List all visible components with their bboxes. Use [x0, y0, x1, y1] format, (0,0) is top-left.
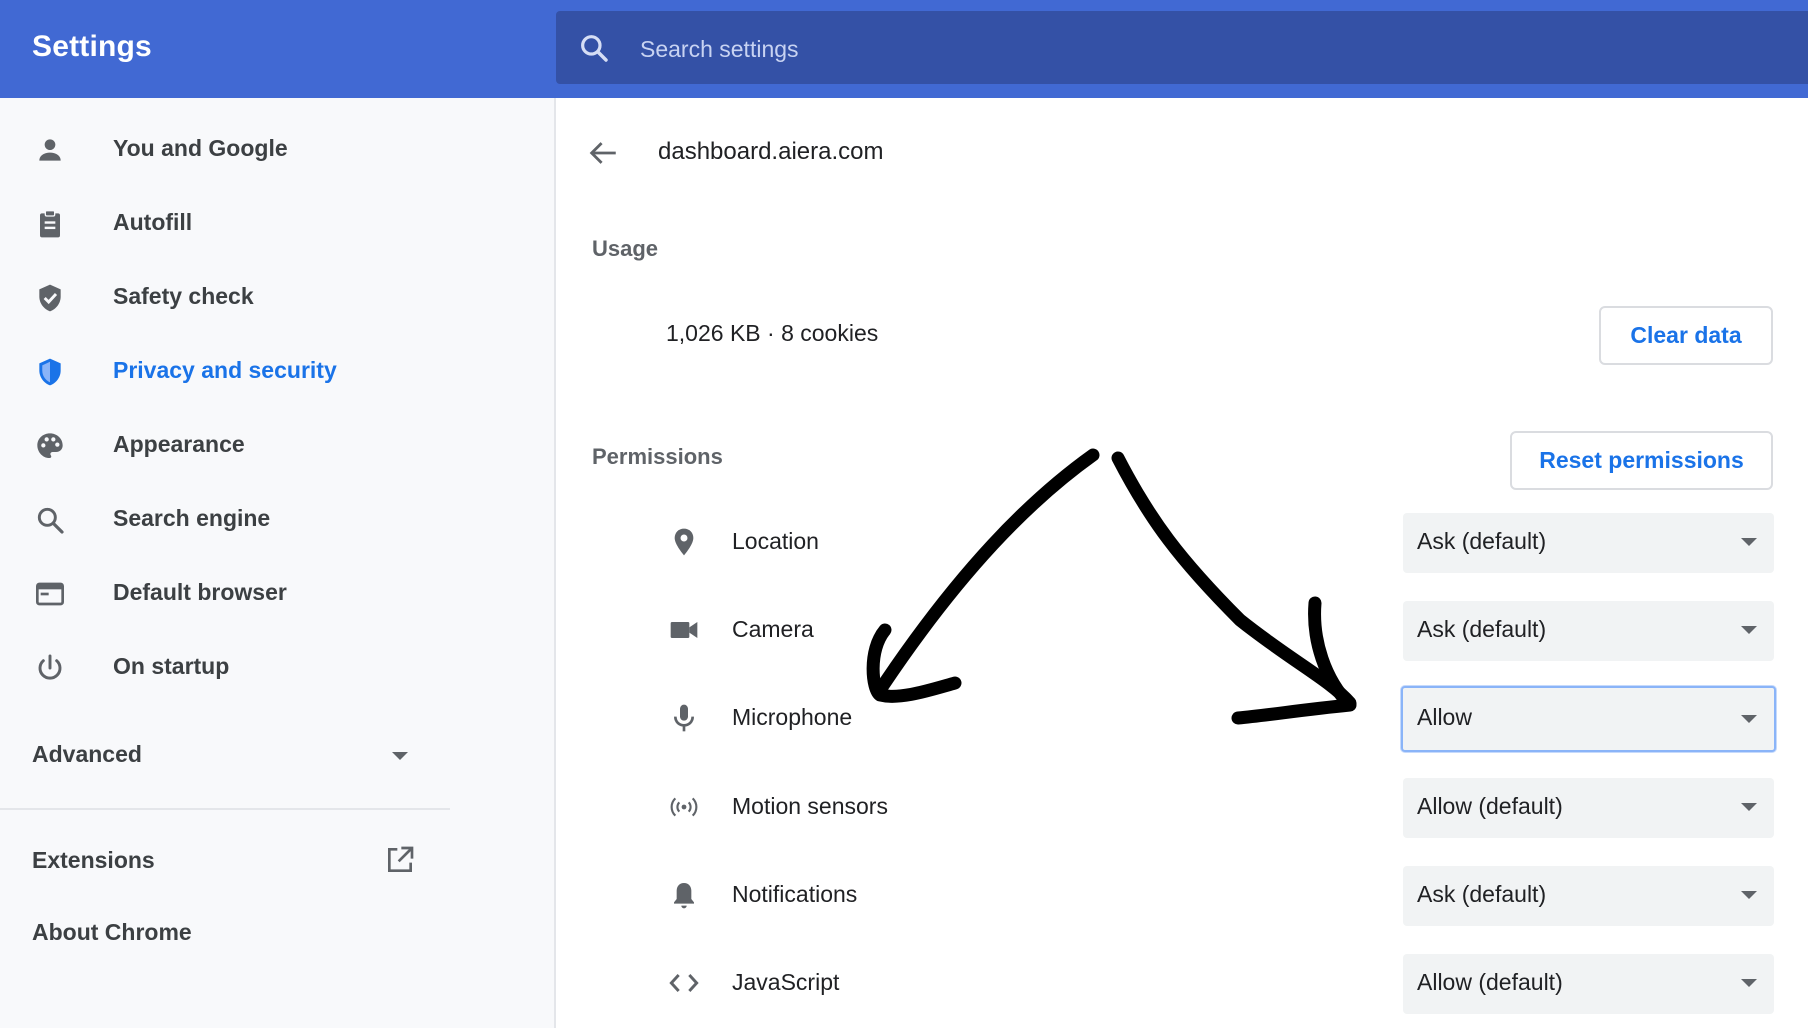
select-value: Allow (default) — [1417, 793, 1563, 819]
sidebar-item-you-and-google[interactable]: You and Google — [0, 120, 554, 180]
top-app-bar: Settings — [0, 0, 1808, 98]
sidebar-item-label: You and Google — [113, 135, 288, 161]
permission-row-javascript: JavaScript Allow (default) — [556, 954, 1808, 1014]
advanced-label: Advanced — [32, 741, 142, 767]
notifications-permission-select[interactable]: Ask (default) — [1403, 866, 1774, 926]
sidebar-item-extensions[interactable]: Extensions — [0, 830, 440, 890]
app-title: Settings — [32, 30, 152, 63]
dropdown-arrow-icon — [1741, 803, 1757, 811]
reset-permissions-button[interactable]: Reset permissions — [1510, 431, 1773, 490]
permission-label: JavaScript — [732, 969, 840, 995]
sidebar-item-default-browser[interactable]: Default browser — [0, 564, 554, 624]
about-chrome-label: About Chrome — [32, 919, 192, 945]
sidebar-item-label: On startup — [113, 653, 230, 679]
camera-icon — [670, 622, 698, 638]
palette-icon — [37, 433, 63, 458]
advanced-section-toggle[interactable]: Advanced — [0, 724, 450, 784]
select-value: Ask (default) — [1417, 881, 1547, 907]
location-permission-select[interactable]: Ask (default) — [1403, 513, 1774, 573]
sidebar-item-search-engine[interactable]: Search engine — [0, 490, 554, 550]
sidebar-item-label: Default browser — [113, 579, 287, 605]
select-value: Ask (default) — [1417, 616, 1547, 642]
sidebar-item-label: Privacy and security — [113, 357, 337, 383]
dropdown-arrow-icon — [1741, 715, 1757, 723]
open-in-new-icon — [388, 846, 414, 872]
sidebar-item-label: Autofill — [113, 209, 193, 235]
sidebar-divider — [0, 808, 450, 810]
sidebar-item-privacy-and-security[interactable]: Privacy and security — [0, 342, 554, 402]
permission-row-motion-sensors: Motion sensors Allow (default) — [556, 778, 1808, 838]
sidebar-item-appearance[interactable]: Appearance — [0, 416, 554, 476]
select-value: Allow (default) — [1417, 969, 1563, 995]
dropdown-arrow-icon — [1741, 979, 1757, 987]
permission-row-location: Location Ask (default) — [556, 513, 1808, 573]
sidebar-item-label: Search engine — [113, 505, 271, 531]
permissions-heading: Permissions — [592, 444, 723, 469]
browser-icon — [36, 582, 64, 606]
permission-label: Location — [732, 528, 819, 554]
sidebar-item-label: Appearance — [113, 431, 245, 457]
site-settings-panel: dashboard.aiera.com Usage 1,026 KB · 8 c… — [556, 98, 1808, 1028]
dropdown-arrow-icon — [1741, 626, 1757, 634]
permission-label: Microphone — [732, 704, 853, 730]
permission-label: Camera — [732, 616, 814, 642]
search-box[interactable] — [556, 11, 1808, 84]
search-input[interactable] — [638, 31, 1242, 67]
site-title: dashboard.aiera.com — [658, 138, 884, 165]
extensions-label: Extensions — [32, 847, 155, 873]
select-value: Allow — [1417, 704, 1472, 730]
usage-heading: Usage — [592, 236, 659, 261]
motion-sensors-permission-select[interactable]: Allow (default) — [1403, 778, 1774, 838]
bell-icon — [674, 883, 694, 909]
dropdown-arrow-icon — [1741, 891, 1757, 899]
search-icon[interactable] — [578, 32, 610, 64]
caret-down-icon — [392, 752, 408, 760]
sidebar-item-autofill[interactable]: Autofill — [0, 194, 554, 254]
permission-row-camera: Camera Ask (default) — [556, 601, 1808, 661]
motion-sensor-icon — [670, 797, 698, 817]
camera-permission-select[interactable]: Ask (default) — [1403, 601, 1774, 661]
usage-text: 1,026 KB · 8 cookies — [666, 320, 879, 346]
person-icon — [39, 139, 61, 161]
sidebar-item-safety-check[interactable]: Safety check — [0, 268, 554, 328]
microphone-permission-select[interactable]: Allow — [1401, 686, 1776, 752]
sidebar: You and Google Autofill Safety check Pri… — [0, 98, 556, 1028]
search-icon — [37, 507, 64, 534]
permission-row-notifications: Notifications Ask (default) — [556, 866, 1808, 926]
permission-row-microphone: Microphone Allow — [556, 686, 1808, 752]
shield-icon — [39, 358, 61, 386]
clear-data-button[interactable]: Clear data — [1599, 306, 1773, 365]
javascript-permission-select[interactable]: Allow (default) — [1403, 954, 1774, 1014]
permission-label: Motion sensors — [732, 793, 888, 819]
sidebar-item-on-startup[interactable]: On startup — [0, 638, 554, 698]
location-pin-icon — [674, 528, 694, 556]
clipboard-icon — [40, 210, 60, 238]
permission-label: Notifications — [732, 881, 858, 907]
dropdown-arrow-icon — [1741, 538, 1757, 546]
code-icon — [669, 974, 699, 992]
microphone-icon — [674, 704, 694, 732]
back-arrow-icon[interactable] — [586, 136, 620, 170]
power-icon — [38, 654, 62, 680]
sidebar-item-label: Safety check — [113, 283, 254, 309]
sidebar-item-about-chrome[interactable]: About Chrome — [0, 904, 440, 964]
select-value: Ask (default) — [1417, 528, 1547, 554]
shield-check-icon — [39, 284, 61, 312]
